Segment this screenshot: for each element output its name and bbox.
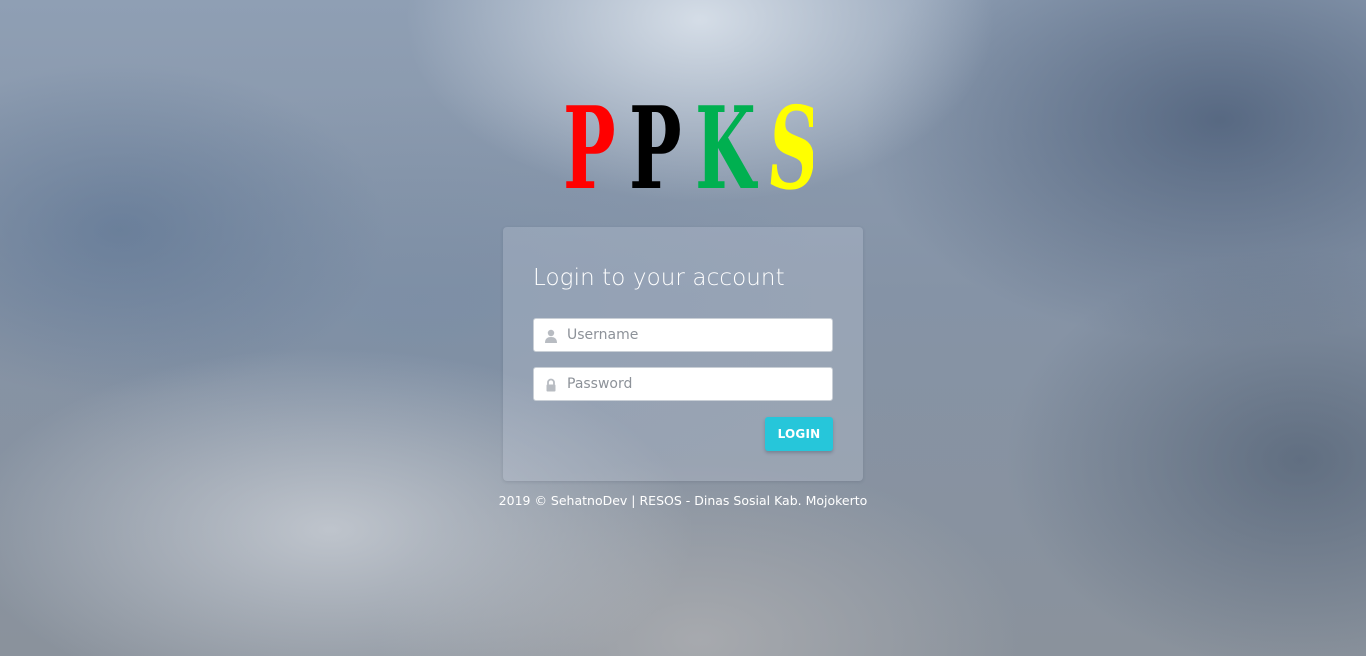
login-title: Login to your account <box>533 265 785 291</box>
lock-icon <box>544 377 558 392</box>
login-button[interactable]: LOGIN <box>765 417 833 451</box>
password-input[interactable] <box>567 368 825 400</box>
logo-letter-2: P <box>629 83 682 192</box>
logo-letter-1: P <box>563 83 616 192</box>
username-field[interactable] <box>533 318 833 352</box>
logo-letter-3: K <box>695 83 758 192</box>
logo-wordmark: P P K S <box>563 82 813 192</box>
logo-letter-4: S <box>763 82 813 192</box>
ppks-logo: P P K S <box>563 72 813 192</box>
login-panel: Login to your account LOGIN <box>503 227 863 481</box>
user-icon <box>544 328 558 343</box>
username-input[interactable] <box>567 319 825 351</box>
password-field[interactable] <box>533 367 833 401</box>
footer-copyright: 2019 © SehatnoDev | RESOS - Dinas Sosial… <box>498 493 868 508</box>
